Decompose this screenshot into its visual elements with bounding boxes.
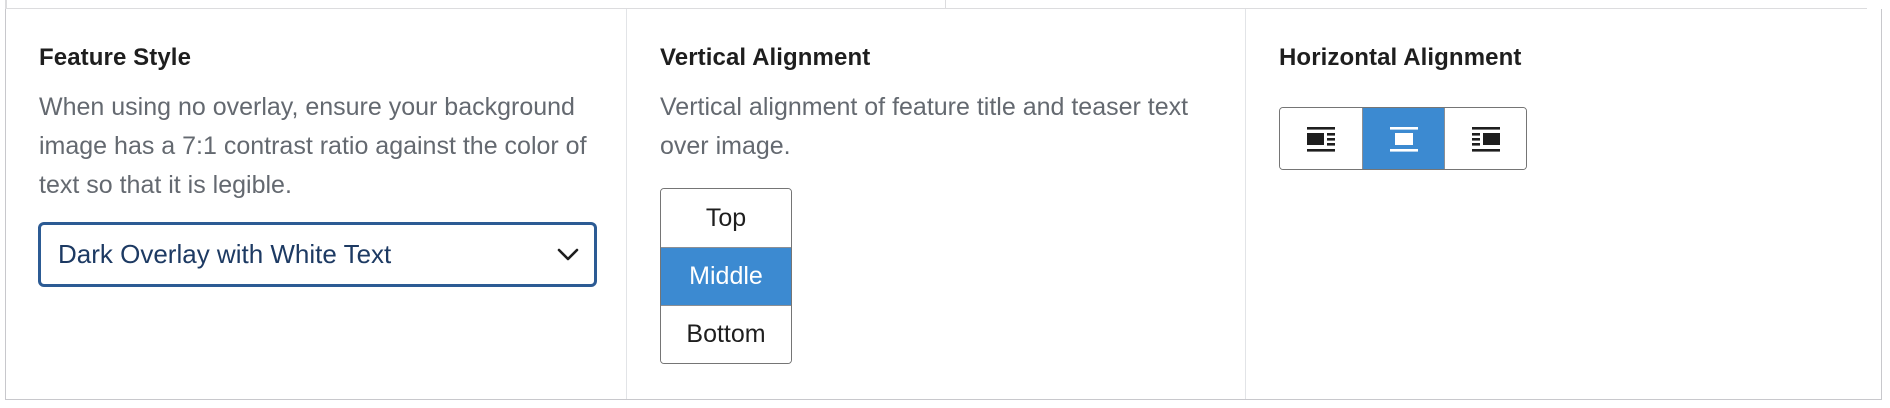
align-right-button[interactable]	[1444, 108, 1526, 169]
feature-style-help: When using no overlay, ensure your backg…	[39, 93, 587, 199]
previous-row-edge	[5, 0, 1867, 9]
vertical-align-top-button[interactable]: Top	[661, 189, 791, 247]
horizontal-alignment-section: Horizontal Alignment	[1245, 9, 1881, 399]
vertical-alignment-help: Vertical alignment of feature title and …	[660, 93, 1189, 160]
feature-style-label: Feature Style	[39, 44, 192, 71]
align-right-icon	[1471, 126, 1500, 152]
align-left-button[interactable]	[1280, 108, 1362, 169]
vertical-alignment-section: Vertical Alignment Vertical alignment of…	[626, 9, 1245, 399]
vertical-alignment-label: Vertical Alignment	[660, 44, 871, 71]
feature-settings-panel: Feature Style When using no overlay, ens…	[5, 9, 1882, 400]
feature-style-select[interactable]: Dark Overlay with White Text	[39, 223, 596, 286]
align-center-icon	[1389, 126, 1418, 152]
vertical-align-bottom-button[interactable]: Bottom	[661, 305, 791, 363]
divider	[6, 0, 7, 9]
divider	[945, 0, 946, 9]
horizontal-alignment-label: Horizontal Alignment	[1279, 44, 1522, 71]
align-center-button[interactable]	[1362, 108, 1444, 169]
feature-style-section: Feature Style When using no overlay, ens…	[6, 9, 626, 399]
vertical-alignment-button-group: Top Middle Bottom	[660, 188, 792, 364]
chevron-down-icon	[557, 248, 579, 260]
horizontal-alignment-button-group	[1279, 107, 1527, 170]
feature-style-selected-value: Dark Overlay with White Text	[58, 239, 392, 269]
vertical-align-middle-button[interactable]: Middle	[661, 247, 791, 305]
align-left-icon	[1307, 126, 1335, 152]
